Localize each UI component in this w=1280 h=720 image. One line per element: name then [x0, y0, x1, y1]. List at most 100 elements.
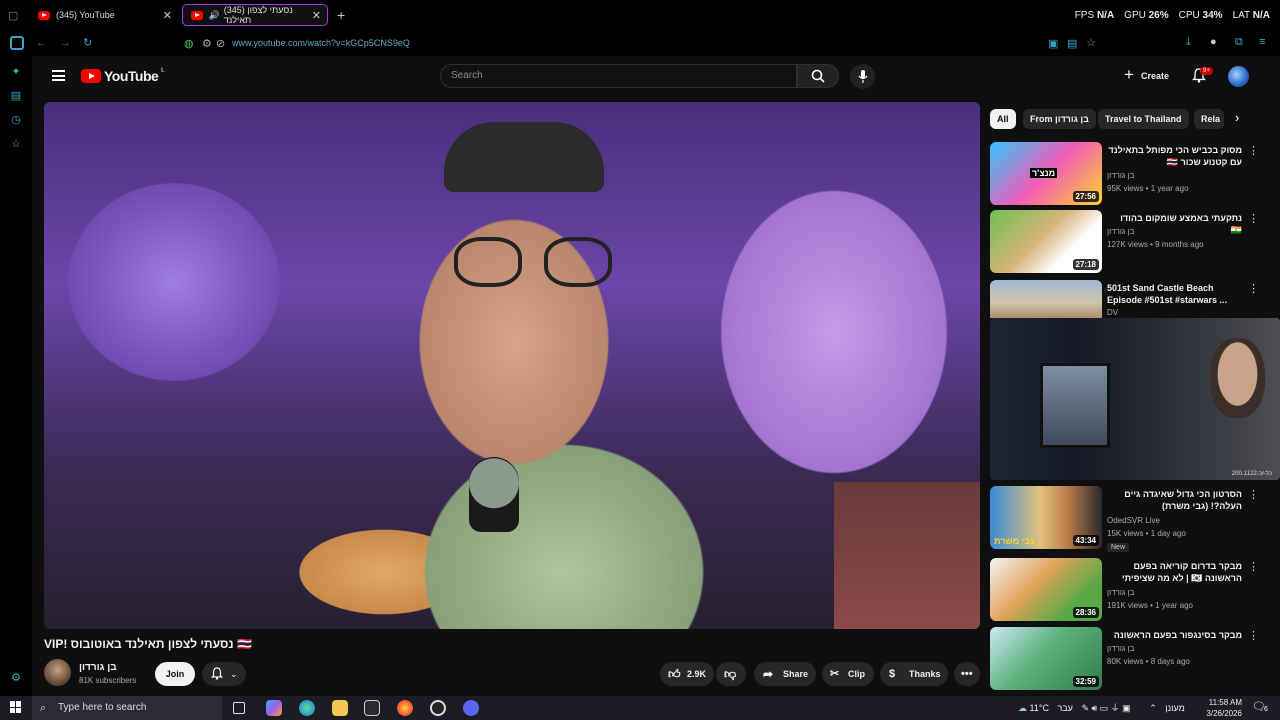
menu-icon[interactable]: ≡: [1259, 36, 1265, 48]
extensions-icon[interactable]: ⧉: [1235, 36, 1243, 49]
language-indicator[interactable]: עבר: [1057, 703, 1072, 713]
more-vertical-icon[interactable]: ⋮: [1248, 560, 1259, 573]
recommendation-item[interactable]: 32:59 מבקר בסינגפור בפעם הראשונה בן גורד…: [990, 627, 1260, 693]
windows-start-icon[interactable]: [10, 701, 22, 713]
video-player[interactable]: [44, 102, 980, 629]
hamburger-menu-icon[interactable]: [52, 70, 65, 81]
close-tab-icon[interactable]: ✕: [312, 9, 321, 22]
bookmarks-icon[interactable]: ☆: [10, 138, 22, 150]
store-icon[interactable]: [364, 700, 380, 716]
edge-icon[interactable]: [299, 700, 315, 716]
thanks-button[interactable]: $ Thanks: [880, 662, 948, 686]
rec-meta: 95K views • 1 year ago: [1107, 184, 1189, 193]
download-icon[interactable]: ⤓: [1186, 36, 1191, 49]
rec-title[interactable]: מבקר בסינגפור בפעם הראשונה: [1107, 629, 1242, 641]
tab-youtube-home[interactable]: (345) YouTube ✕: [30, 4, 178, 26]
voice-search-button[interactable]: [850, 64, 875, 89]
tray-expand-icon[interactable]: ⌃: [1149, 703, 1157, 713]
video-frame-seat: [834, 482, 980, 629]
more-vertical-icon[interactable]: ⋮: [1248, 144, 1259, 157]
rec-channel[interactable]: DV: [1107, 308, 1118, 317]
rec-channel[interactable]: בן גורדון: [1107, 227, 1134, 236]
discord-icon[interactable]: [463, 700, 479, 716]
site-settings-icon[interactable]: ⚙: [202, 37, 212, 50]
thumbnail[interactable]: [990, 280, 1102, 318]
rec-title[interactable]: מבקר בדרום קוריאה בפעם הראשונה 🇰🇷 | לא מ…: [1107, 560, 1242, 584]
speaker-icon[interactable]: 🔊: [209, 10, 220, 21]
rec-channel[interactable]: בן גורדון: [1107, 171, 1134, 180]
reload-icon[interactable]: ↻: [83, 36, 92, 49]
reading-list-icon[interactable]: ▤: [10, 90, 22, 102]
rec-channel[interactable]: OdedSVR Live: [1107, 516, 1160, 525]
share-button[interactable]: ➦ Share: [754, 662, 816, 686]
more-vertical-icon[interactable]: ⋮: [1248, 212, 1259, 225]
thumbnail[interactable]: גבי משרת 43:34: [990, 486, 1102, 549]
bookmark-star-icon[interactable]: ☆: [1086, 36, 1096, 49]
firefox-icon[interactable]: [397, 700, 413, 716]
search-button[interactable]: [797, 64, 839, 88]
channel-avatar[interactable]: [44, 659, 71, 686]
rec-meta: 80K views • 8 days ago: [1107, 657, 1190, 666]
subscription-bell-button[interactable]: ⌄: [202, 662, 246, 686]
back-icon[interactable]: ←: [36, 37, 47, 49]
close-tab-icon[interactable]: ✕: [163, 9, 172, 22]
like-button[interactable]: 👍︎ 2.9K: [660, 662, 714, 686]
shield-icon[interactable]: ◍: [184, 37, 194, 50]
chip-related[interactable]: Rela: [1194, 109, 1224, 129]
clip-button[interactable]: ✂ Clip: [822, 662, 874, 686]
url-text[interactable]: www.youtube.com/watch?v=kGCp5CNS9eQ: [232, 38, 410, 48]
more-actions-button[interactable]: •••: [954, 662, 980, 686]
rec-title[interactable]: הסרטון הכי גדול שאיגדה גיים העלה?! (גבי …: [1107, 488, 1242, 512]
reader-icon[interactable]: ▤: [1067, 37, 1077, 50]
recommendation-item[interactable]: גבי משרת 43:34 הסרטון הכי גדול שאיגדה גי…: [990, 486, 1260, 552]
task-view-icon[interactable]: [233, 702, 245, 714]
thumbnail[interactable]: 27:18: [990, 210, 1102, 273]
ai-sparkle-icon[interactable]: ✦: [10, 66, 22, 78]
create-button[interactable]: Create: [1115, 63, 1177, 88]
chip-from-channel[interactable]: From בן גורדון: [1023, 109, 1096, 129]
sidebar-toggle-icon[interactable]: [10, 36, 24, 50]
chevron-right-icon[interactable]: ›: [1235, 110, 1239, 125]
youtube-logo[interactable]: YouTube IL: [81, 68, 165, 84]
search-input[interactable]: Search: [440, 64, 797, 88]
chip-travel-thailand[interactable]: Travel to Thailand: [1098, 109, 1189, 129]
recommendation-item[interactable]: 27:18 נתקעתי באמצע שומקום בהודו 🇮🇳 בן גו…: [990, 210, 1260, 276]
more-vertical-icon[interactable]: ⋮: [1248, 488, 1259, 501]
dislike-button[interactable]: 👎︎: [716, 662, 746, 686]
history-icon[interactable]: ◷: [10, 114, 22, 126]
tab-current-video[interactable]: 🔊 (345) נסעתי לצפון תאילנד ✕: [182, 4, 328, 26]
obs-icon[interactable]: [430, 700, 446, 716]
more-vertical-icon[interactable]: ⋮: [1248, 629, 1259, 642]
profile-icon[interactable]: ●: [1210, 36, 1217, 48]
join-button[interactable]: Join: [155, 662, 195, 686]
thumbnail[interactable]: 32:59: [990, 627, 1102, 690]
file-explorer-icon[interactable]: [332, 700, 348, 716]
video-frame-glasses-left: [454, 237, 522, 287]
channel-name[interactable]: בן גורדון: [79, 662, 117, 673]
rec-title[interactable]: 501st Sand Castle Beach Episode #501st #…: [1107, 282, 1242, 306]
rec-title[interactable]: מסוק בכביש הכי מפותל בתאילנד עם קטנוע שכ…: [1107, 144, 1242, 168]
screenshot-icon[interactable]: ▣: [1048, 37, 1058, 50]
recommendation-item[interactable]: מנצ'ר 27:56 מסוק בכביש הכי מפותל בתאילנד…: [990, 142, 1260, 208]
clock[interactable]: 11:58 AM 3/26/2026: [1204, 697, 1242, 719]
rec-channel[interactable]: בן גורדון: [1107, 644, 1134, 653]
chip-all[interactable]: All: [990, 109, 1016, 129]
new-tab-icon[interactable]: +: [337, 7, 345, 23]
webcam-face: [1210, 338, 1265, 418]
tray-icons[interactable]: ▣ ⏚ ▭ 🔊︎ ✎: [1081, 703, 1130, 713]
settings-gear-icon[interactable]: ⚙: [10, 672, 22, 684]
duration-badge: 27:56: [1072, 191, 1099, 202]
tracking-icon[interactable]: ⊘: [216, 37, 225, 50]
rec-channel[interactable]: בן גורדון: [1107, 588, 1134, 597]
weather-temp[interactable]: 11°C: [1030, 703, 1049, 713]
recommendation-item[interactable]: 28:36 מבקר בדרום קוריאה בפעם הראשונה 🇰🇷 …: [990, 558, 1260, 624]
more-vertical-icon[interactable]: ⋮: [1248, 282, 1259, 295]
copilot-icon[interactable]: [266, 700, 282, 716]
workspaces-icon[interactable]: ▢: [8, 9, 18, 22]
forward-icon[interactable]: →: [60, 37, 71, 49]
thumbnail[interactable]: 28:36: [990, 558, 1102, 621]
taskbar-search-input[interactable]: ⌕ Type here to search: [32, 696, 222, 720]
account-avatar[interactable]: [1228, 66, 1249, 87]
thumbnail[interactable]: מנצ'ר 27:56: [990, 142, 1102, 205]
logo-text: YouTube: [104, 68, 159, 84]
